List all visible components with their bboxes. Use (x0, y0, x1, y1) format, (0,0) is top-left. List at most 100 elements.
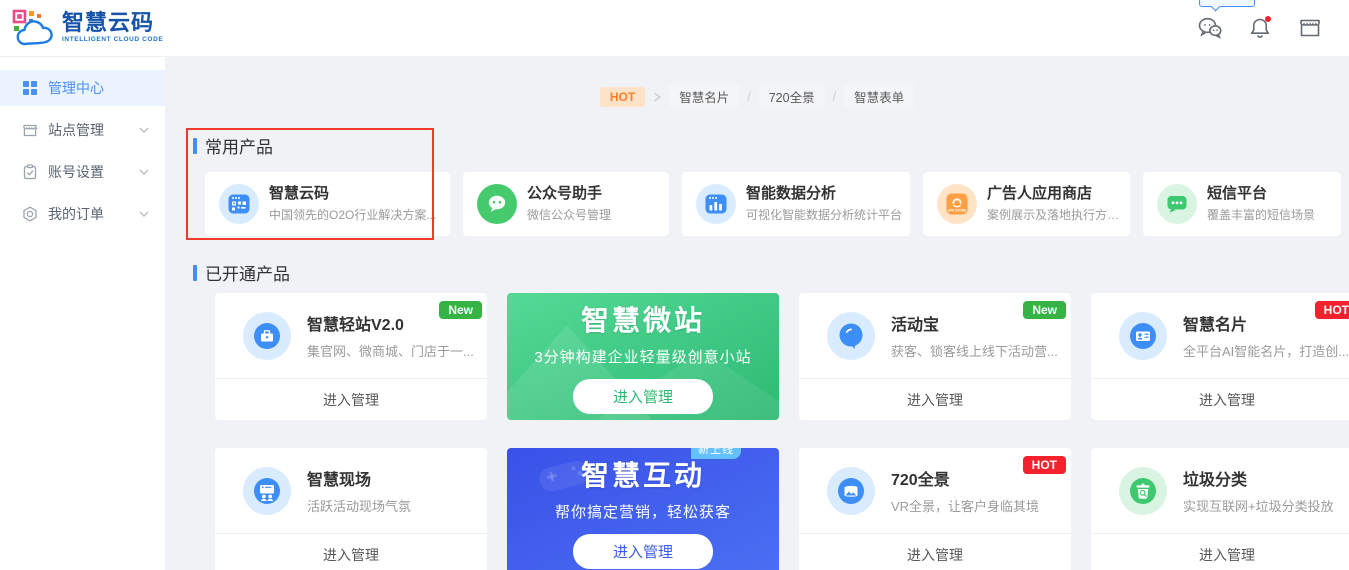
common-product-card-sms-platform[interactable]: 短信平台 覆盖丰富的短信场景 (1143, 172, 1341, 236)
sidebar-item-label: 账号设置 (48, 162, 104, 182)
product-title: 智慧云码 (269, 185, 436, 204)
hot-badge: HOT (1315, 301, 1349, 319)
logo-qr-cloud-icon (12, 9, 56, 47)
header: 智慧云码 INTELLIGENT CLOUD CODE (0, 0, 1349, 57)
app-store-bag-icon: APP STORE (937, 184, 977, 224)
product-desc: 微信公众号管理 (527, 206, 611, 223)
sidebar: 管理中心 站点管理 账号设置 (0, 57, 165, 570)
logo-title: 智慧云码 (62, 12, 163, 34)
product-card-720-panorama[interactable]: HOT 720全景 VR全景，让客户身临其境 (799, 448, 1071, 570)
section-title-opened-products: 已开通产品 (193, 260, 290, 285)
product-desc: 活跃活动现场气氛 (307, 496, 411, 515)
banner-title: 智慧微站 (581, 299, 705, 339)
chevron-down-icon (139, 169, 149, 175)
trash-bin-icon (1119, 467, 1167, 515)
sidebar-item-site-management[interactable]: 站点管理 (0, 112, 165, 148)
qr-code-icon (219, 184, 259, 224)
sidebar-item-label: 站点管理 (48, 120, 104, 140)
nut-gear-icon (22, 206, 38, 222)
sidebar-item-management-center[interactable]: 管理中心 (0, 70, 165, 106)
sidebar-item-label: 管理中心 (48, 78, 104, 98)
banner-card-smart-interaction[interactable]: 智慧互动 新上线 帮你搞定营销，轻松获客 进入管理 (507, 448, 779, 570)
product-desc: 案例展示及落地执行方案下载 (987, 206, 1130, 223)
banner-title: 智慧互动 (581, 454, 705, 494)
sidebar-item-account-settings[interactable]: 账号设置 (0, 154, 165, 190)
clipboard-check-icon (22, 164, 38, 180)
product-desc: 获客、锁客线上线下活动营... (891, 341, 1058, 360)
hot-badge: HOT (600, 87, 645, 107)
common-product-card-smart-cloud-code[interactable]: 智慧云码 中国领先的O2O行业解决方案... (205, 172, 450, 236)
breadcrumb-item[interactable]: 720全景 (759, 84, 825, 109)
common-product-card-data-analysis[interactable]: 智能数据分析 可视化智能数据分析统计平台 (682, 172, 910, 236)
breadcrumb-separator: / (747, 90, 750, 104)
opened-products-row-2: 智慧现场 活跃活动现场气氛 进入管理 智慧互动 新上线 (215, 448, 1349, 570)
logo[interactable]: 智慧云码 INTELLIGENT CLOUD CODE (12, 9, 163, 47)
briefcase-icon (243, 312, 291, 360)
product-desc: 实现互联网+垃圾分类投放 (1183, 496, 1334, 515)
header-actions (1197, 15, 1323, 41)
chevron-down-icon (139, 127, 149, 133)
chevron-down-icon (139, 211, 149, 217)
presentation-screen-icon (243, 467, 291, 515)
wechat-bubble-icon (477, 184, 517, 224)
shop-window-icon[interactable] (1297, 15, 1323, 41)
main-content: HOT 智慧名片 / 720全景 / 智慧表单 常用产品 (165, 57, 1349, 570)
product-card-smart-lite-site[interactable]: New 智慧轻站V2.0 集官网、微商城、门店于一... (215, 293, 487, 420)
product-desc: 可视化智能数据分析统计平台 (746, 206, 902, 223)
common-product-card-official-account-helper[interactable]: 公众号助手 微信公众号管理 (463, 172, 669, 236)
sidebar-item-label: 我的订单 (48, 204, 104, 224)
product-desc: 覆盖丰富的短信场景 (1207, 206, 1315, 223)
app-store-icon-text: APP STORE (948, 209, 966, 213)
section-title-common-products: 常用产品 (193, 133, 273, 158)
id-card-icon (1119, 312, 1167, 360)
common-product-card-advertiser-app-store[interactable]: APP STORE 广告人应用商店 案例展示及落地执行方案下载 (923, 172, 1130, 236)
panorama-icon (827, 467, 875, 515)
hot-badge: HOT (1023, 456, 1066, 474)
breadcrumb-item[interactable]: 智慧名片 (669, 84, 739, 109)
common-products-row: 智慧云码 中国领先的O2O行业解决方案... 公众号助手 微信公众号管理 (205, 172, 1341, 236)
enter-management-button[interactable]: 进入管理 (799, 378, 1071, 420)
enter-management-button[interactable]: 进入管理 (1091, 378, 1349, 420)
app-root: 智慧云码 INTELLIGENT CLOUD CODE (0, 0, 1349, 570)
product-title: 广告人应用商店 (987, 185, 1130, 204)
site-window-icon (22, 122, 38, 138)
enter-management-button[interactable]: 进入管理 (1091, 533, 1349, 570)
product-card-activity-treasure[interactable]: New 活动宝 获客、锁客线上线下活动营... 进入管理 (799, 293, 1071, 420)
grid-icon (22, 80, 38, 96)
product-card-garbage-sorting[interactable]: 垃圾分类 实现互联网+垃圾分类投放 进入管理 (1091, 448, 1349, 570)
product-title: 公众号助手 (527, 185, 611, 204)
product-title: 720全景 (891, 466, 1039, 490)
enter-management-button[interactable]: 进入管理 (573, 534, 713, 569)
product-desc: VR全景，让客户身临其境 (891, 496, 1039, 515)
product-desc: 全平台AI智能名片，打造创... (1183, 341, 1349, 360)
enter-management-button[interactable]: 进入管理 (215, 533, 487, 570)
enter-management-button[interactable]: 进入管理 (573, 379, 713, 414)
bar-chart-icon (696, 184, 736, 224)
product-title: 智慧现场 (307, 466, 411, 490)
product-card-smart-scene[interactable]: 智慧现场 活跃活动现场气氛 进入管理 (215, 448, 487, 570)
sidebar-item-my-orders[interactable]: 我的订单 (0, 196, 165, 232)
product-desc: 中国领先的O2O行业解决方案... (269, 206, 436, 223)
sms-bubble-icon (1157, 184, 1197, 224)
enter-management-button[interactable]: 进入管理 (215, 378, 487, 420)
product-title: 垃圾分类 (1183, 466, 1334, 490)
notification-red-dot (1265, 16, 1271, 22)
tooltip-cutoff (1199, 0, 1255, 7)
banner-subtitle: 3分钟构建企业轻量级创意小站 (534, 346, 751, 367)
breadcrumb-item[interactable]: 智慧表单 (844, 84, 914, 109)
banner-subtitle: 帮你搞定营销，轻松获客 (555, 501, 731, 522)
banner-card-smart-micro-site[interactable]: 智慧微站 3分钟构建企业轻量级创意小站 进入管理 (507, 293, 779, 420)
logo-subtitle: INTELLIGENT CLOUD CODE (62, 37, 163, 44)
notification-bell-icon[interactable] (1247, 15, 1273, 41)
product-desc: 集官网、微商城、门店于一... (307, 341, 474, 360)
product-card-smart-business-card[interactable]: HOT 智慧名片 全平台AI智能名片 (1091, 293, 1349, 420)
balloon-icon (827, 312, 875, 360)
opened-products-row-1: New 智慧轻站V2.0 集官网、微商城、门店于一... (215, 293, 1349, 420)
wechat-chat-icon[interactable] (1197, 15, 1223, 41)
product-title: 短信平台 (1207, 185, 1315, 204)
enter-management-button[interactable]: 进入管理 (799, 533, 1071, 570)
breadcrumb-separator: / (833, 90, 836, 104)
breadcrumb: HOT 智慧名片 / 720全景 / 智慧表单 (165, 84, 1349, 109)
new-online-badge: 新上线 (691, 448, 741, 459)
new-badge: New (1023, 301, 1066, 319)
